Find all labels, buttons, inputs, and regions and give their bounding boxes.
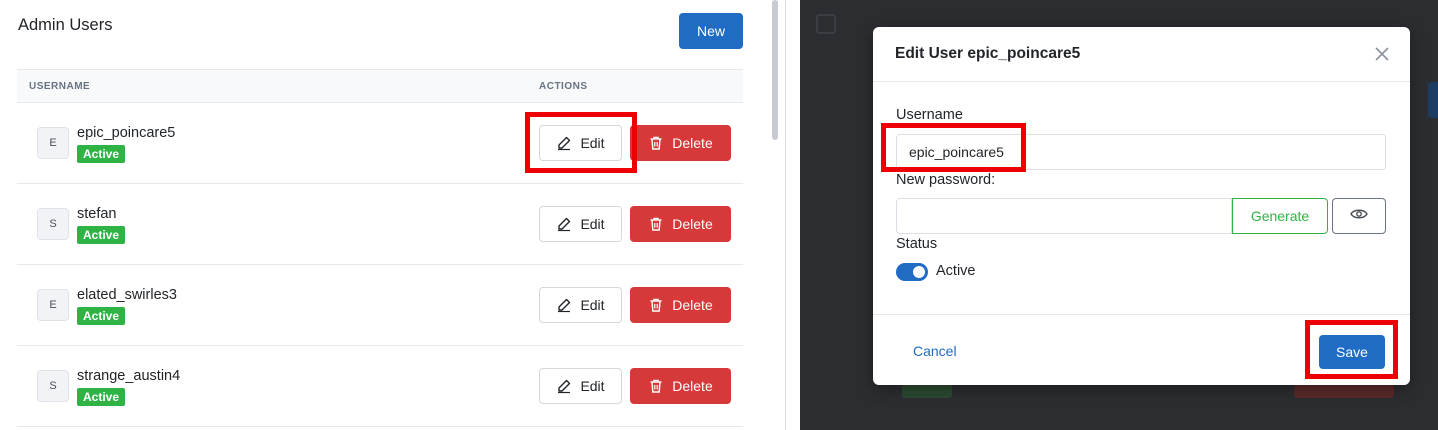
background-button <box>1428 82 1438 118</box>
pencil-square-icon <box>556 297 572 313</box>
status-label: Status <box>896 236 938 252</box>
avatar: S <box>37 370 69 402</box>
toggle-knob <box>913 266 925 278</box>
status-badge: Active <box>77 307 126 325</box>
show-password-button[interactable] <box>1332 198 1386 234</box>
avatar: E <box>37 127 69 159</box>
new-user-button[interactable]: New <box>679 13 743 49</box>
pencil-square-icon <box>556 135 572 151</box>
trash-icon <box>648 135 664 151</box>
pencil-square-icon <box>556 378 572 394</box>
delete-button[interactable]: Delete <box>630 368 731 404</box>
delete-label: Delete <box>672 216 713 232</box>
table-row: Eelated_swirles3 Active Edit Delete <box>17 265 743 346</box>
background-badge <box>902 384 952 398</box>
username-text: epic_poincare5 <box>77 125 176 141</box>
delete-button[interactable]: Delete <box>630 287 731 323</box>
edit-button[interactable]: Edit <box>539 287 622 323</box>
table-header: USERNAME ACTIONS <box>17 69 743 103</box>
column-header-username: USERNAME <box>29 81 91 92</box>
eye-icon <box>1350 207 1368 225</box>
edit-user-modal: Edit User epic_poincare5 Username New pa… <box>873 27 1410 385</box>
table-row: Sstefan Active Edit Delete <box>17 184 743 265</box>
new-password-input[interactable] <box>896 198 1232 234</box>
avatar: S <box>37 208 69 240</box>
delete-button[interactable]: Delete <box>630 125 731 161</box>
generate-password-button[interactable]: Generate <box>1232 198 1328 234</box>
save-button[interactable]: Save <box>1319 335 1385 369</box>
modal-footer: Cancel Save <box>873 314 1410 385</box>
panel-divider <box>785 0 786 430</box>
admin-users-panel: Admin Users New USERNAME ACTIONS Eepic_p… <box>0 0 786 430</box>
page-title: Admin Users <box>18 16 113 34</box>
edit-button[interactable]: Edit <box>539 206 622 242</box>
edit-label: Edit <box>580 135 605 151</box>
edit-label: Edit <box>580 378 605 394</box>
status-badge: Active <box>77 226 126 244</box>
modal-header: Edit User epic_poincare5 <box>873 27 1410 82</box>
username-text: strange_austin4 <box>77 368 181 384</box>
delete-label: Delete <box>672 297 713 313</box>
column-header-actions: ACTIONS <box>539 81 588 92</box>
table-row: Eepic_poincare5 Active Edit Delete <box>17 103 743 184</box>
background-delete-button <box>1294 384 1394 398</box>
username-label: Username <box>896 107 963 123</box>
delete-label: Delete <box>672 135 713 151</box>
edit-label: Edit <box>580 216 605 232</box>
cancel-button[interactable]: Cancel <box>899 337 971 365</box>
pencil-square-icon <box>556 216 572 232</box>
password-label: New password: <box>896 172 996 188</box>
users-table: USERNAME ACTIONS Eepic_poincare5 Active Ed… <box>17 69 743 427</box>
close-icon[interactable] <box>1371 43 1393 65</box>
edit-button[interactable]: Edit <box>539 368 622 404</box>
edit-button[interactable]: Edit <box>539 125 622 161</box>
username-text: elated_swirles3 <box>77 287 177 303</box>
trash-icon <box>648 378 664 394</box>
edit-label: Edit <box>580 297 605 313</box>
username-input[interactable] <box>896 134 1386 170</box>
menu-icon <box>816 14 836 34</box>
modal-title: Edit User epic_poincare5 <box>895 45 1081 62</box>
delete-button[interactable]: Delete <box>630 206 731 242</box>
username-text: stefan <box>77 206 117 222</box>
edit-user-overlay: Edit User epic_poincare5 Username New pa… <box>800 0 1438 430</box>
trash-icon <box>648 297 664 313</box>
table-row: Sstrange_austin4 Active Edit Delete <box>17 346 743 427</box>
trash-icon <box>648 216 664 232</box>
status-badge: Active <box>77 145 126 163</box>
status-toggle-label: Active <box>936 263 976 279</box>
delete-label: Delete <box>672 378 713 394</box>
status-toggle[interactable] <box>896 263 928 281</box>
scrollbar-thumb[interactable] <box>772 0 778 140</box>
avatar: E <box>37 289 69 321</box>
status-badge: Active <box>77 388 126 406</box>
